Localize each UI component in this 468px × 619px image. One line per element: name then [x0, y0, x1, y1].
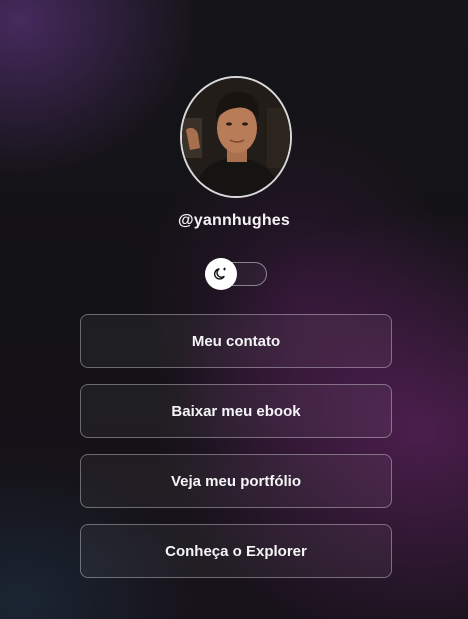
link-label: Conheça o Explorer: [165, 542, 307, 560]
link-tree-page: @yannhughes Meu contato Baixar meu ebook…: [0, 0, 468, 619]
link-label: Meu contato: [191, 332, 281, 350]
theme-toggle-knob[interactable]: [205, 258, 237, 290]
moon-sun-icon: [214, 267, 227, 280]
baixar-ebook-button[interactable]: Baixar meu ebook: [80, 384, 392, 438]
links-list: Meu contato Baixar meu ebook Veja meu po…: [80, 314, 392, 594]
username: @yannhughes: [177, 212, 291, 229]
profile-photo-icon: [182, 78, 290, 196]
portfolio-button[interactable]: Veja meu portfólio: [80, 454, 392, 508]
avatar: [180, 76, 292, 198]
link-label: Baixar meu ebook: [171, 402, 301, 420]
explorer-button[interactable]: Conheça o Explorer: [80, 524, 392, 578]
meu-contato-button[interactable]: Meu contato: [80, 314, 392, 368]
link-label: Veja meu portfólio: [170, 472, 302, 490]
